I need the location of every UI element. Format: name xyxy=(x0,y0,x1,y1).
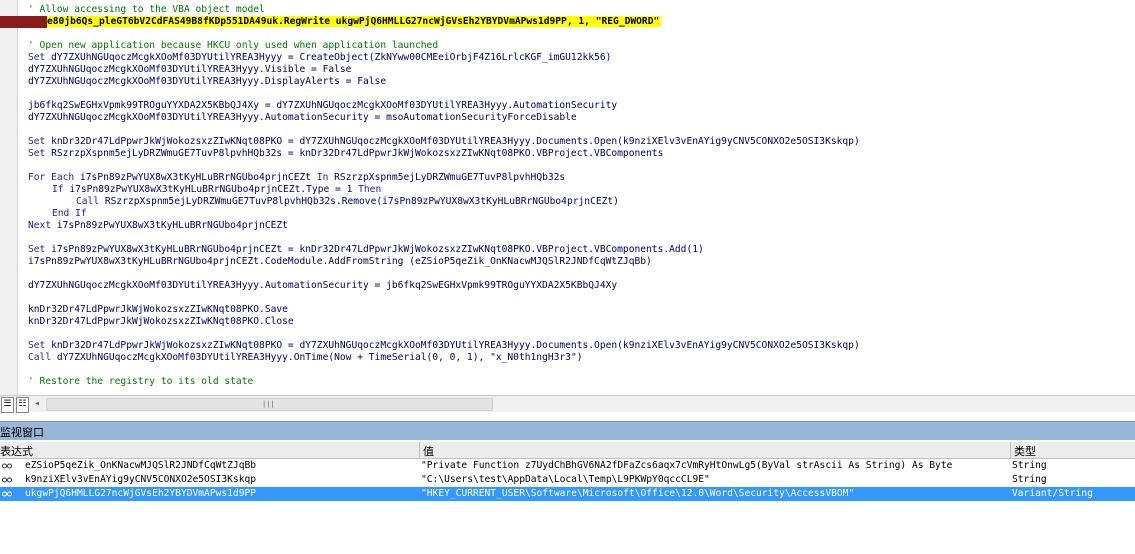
code-line[interactable]: Set knDr32Dr47LdPpwrJkWjWokozsxzZIwKNqt0… xyxy=(28,136,1135,148)
keyword: Set xyxy=(28,340,46,351)
code-comment-line[interactable]: ' Allow accessing to the VBA object mode… xyxy=(28,4,1135,16)
code-line[interactable]: knDr32Dr47LdPpwrJkWjWokozsxzZIwKNqt08PKO… xyxy=(28,316,1135,328)
watch-rows: eZSioP5qeZik_OnKNacwMJQSlR2JNDfCqWtZJqBb… xyxy=(0,459,1135,501)
code-line[interactable]: dY7ZXUhNGUqoczMcgkXOoMf03DYUtilYREA3Hyyy… xyxy=(28,76,1135,88)
column-divider[interactable] xyxy=(419,442,420,458)
keyword: Call xyxy=(28,352,52,363)
column-header-expression[interactable]: 表达式 xyxy=(0,443,33,459)
code-line[interactable]: dY7ZXUhNGUqoczMcgkXOoMf03DYUtilYREA3Hyyy… xyxy=(28,112,1135,124)
watch-row[interactable]: k9nziXElv3vEnAYig9yCNV5CONXO2e5OSI3Kskqp… xyxy=(0,473,1135,487)
keyword: End If xyxy=(52,208,87,219)
current-execution-line[interactable]: e80jb6Qs_pleGT6bV2CdFAS49B8fKDp551DA49uk… xyxy=(0,16,1135,28)
code-line[interactable]: Set RSzrzpXspnm5ejLyDRZWmuGE7TuvP8lpvhHQ… xyxy=(28,148,1135,160)
code-line[interactable]: Call dY7ZXUhNGUqoczMcgkXOoMf03DYUtilYREA… xyxy=(28,352,1135,364)
watch-value: "Private Function z7UydChBhGV6NA2fDFaZcs… xyxy=(421,460,953,471)
code-line[interactable]: Call RSzrzpXspnm5ejLyDRZWmuGE7TuvP8lpvhH… xyxy=(28,196,1135,208)
module-view-button[interactable]: ☷ xyxy=(16,397,29,413)
procedure-view-button[interactable]: ☰ xyxy=(1,397,14,413)
watch-glasses-icon xyxy=(2,463,12,469)
margin-indicator-bar[interactable] xyxy=(0,0,18,395)
column-divider[interactable] xyxy=(1010,442,1011,458)
code-line[interactable] xyxy=(28,232,1135,244)
code-line[interactable] xyxy=(28,292,1135,304)
watch-type: String xyxy=(1012,474,1047,485)
watch-type: String xyxy=(1012,460,1047,471)
watch-column-headers: 表达式 值 类型 xyxy=(0,442,1135,459)
keyword: Call xyxy=(76,196,100,207)
watch-glasses-icon xyxy=(2,491,12,497)
watch-row[interactable]: ukgwPjQ6HMLLG27ncWjGVsEh2YBYDVmAPws1d9PP… xyxy=(0,487,1135,501)
code-line[interactable] xyxy=(28,268,1135,280)
code-line[interactable]: dY7ZXUhNGUqoczMcgkXOoMf03DYUtilYREA3Hyyy… xyxy=(28,280,1135,292)
watch-value: "C:\Users\test\AppData\Local\Temp\L9PKWp… xyxy=(421,474,710,485)
code-line[interactable]: If i7sPn89zPwYUX8wX3tKyHLuBRrNGUbo4prjnC… xyxy=(28,184,1135,196)
keyword: Set xyxy=(28,244,46,255)
code-line[interactable]: For Each i7sPn89zPwYUX8wX3tKyHLuBRrNGUbo… xyxy=(28,172,1135,184)
keyword: Set xyxy=(28,148,46,159)
keyword: Then xyxy=(352,184,382,195)
keyword: Set xyxy=(28,52,46,63)
column-header-type[interactable]: 类型 xyxy=(1014,443,1036,459)
code-line[interactable]: Set i7sPn89zPwYUX8wX3tKyHLuBRrNGUbo4prjn… xyxy=(28,244,1135,256)
watch-value: "HKEY_CURRENT_USER\Software\Microsoft\Of… xyxy=(421,488,855,499)
column-header-value[interactable]: 值 xyxy=(423,443,434,459)
watch-window-title: 监视窗口 xyxy=(0,426,44,439)
code-line[interactable]: Set dY7ZXUhNGUqoczMcgkXOoMf03DYUtilYREA3… xyxy=(28,52,1135,64)
code-comment-line[interactable]: ' Restore the registry to its old state xyxy=(28,376,1135,388)
scrollbar-grip[interactable]: ||| xyxy=(262,400,275,408)
code-line[interactable]: End If xyxy=(28,208,1135,220)
code-line[interactable]: jb6fkq2SwEGHxVpmk99TROguYYXDA2X5KBbQJ4Xy… xyxy=(28,100,1135,112)
highlighted-statement: e80jb6Qs_pleGT6bV2CdFAS49B8fKDp551DA49uk… xyxy=(47,16,662,27)
keyword: In xyxy=(311,172,335,183)
keyword: Set xyxy=(28,136,46,147)
code-line[interactable]: Next i7sPn89zPwYUX8wX3tKyHLuBRrNGUbo4prj… xyxy=(28,220,1135,232)
keyword: For Each xyxy=(28,172,75,183)
code-line[interactable]: knDr32Dr47LdPpwrJkWjWokozsxzZIwKNqt08PKO… xyxy=(28,304,1135,316)
code-line[interactable] xyxy=(28,364,1135,376)
code-comment-line[interactable]: ' Open new application because HKCU only… xyxy=(28,40,1135,52)
execution-marker xyxy=(0,16,47,28)
watch-window-titlebar[interactable]: 监视窗口 xyxy=(0,421,1135,440)
code-line[interactable] xyxy=(28,28,1135,40)
code-line[interactable] xyxy=(28,160,1135,172)
code-editor[interactable]: ' Allow accessing to the VBA object mode… xyxy=(0,0,1135,412)
watch-glasses-icon xyxy=(2,477,12,483)
view-buttons: ☰ ☷ xyxy=(0,396,30,413)
code-line[interactable] xyxy=(28,124,1135,136)
watch-expression: eZSioP5qeZik_OnKNacwMJQSlR2JNDfCqWtZJqBb xyxy=(25,460,257,471)
watch-expression: k9nziXElv3vEnAYig9yCNV5CONXO2e5OSI3Kskqp xyxy=(25,474,257,485)
code-line[interactable]: i7sPn89zPwYUX8wX3tKyHLuBRrNGUbo4prjnCEZt… xyxy=(28,256,1135,268)
code-line[interactable] xyxy=(28,88,1135,100)
code-line[interactable]: dY7ZXUhNGUqoczMcgkXOoMf03DYUtilYREA3Hyyy… xyxy=(28,64,1135,76)
keyword: If xyxy=(52,184,64,195)
watch-row[interactable]: eZSioP5qeZik_OnKNacwMJQSlR2JNDfCqWtZJqBb… xyxy=(0,459,1135,473)
watch-type: Variant/String xyxy=(1012,488,1093,499)
keyword: Next xyxy=(28,220,52,231)
code-area[interactable]: ' Allow accessing to the VBA object mode… xyxy=(0,4,1135,388)
scroll-left-icon[interactable]: ◂ xyxy=(34,398,40,409)
code-line[interactable] xyxy=(28,328,1135,340)
code-line[interactable]: Set knDr32Dr47LdPpwrJkWjWokozsxzZIwKNqt0… xyxy=(28,340,1135,352)
editor-footer-bar: ☰ ☷ ◂ ||| xyxy=(0,395,1135,413)
watch-expression: ukgwPjQ6HMLLG27ncWjGVsEh2YBYDVmAPws1d9PP xyxy=(25,488,257,499)
